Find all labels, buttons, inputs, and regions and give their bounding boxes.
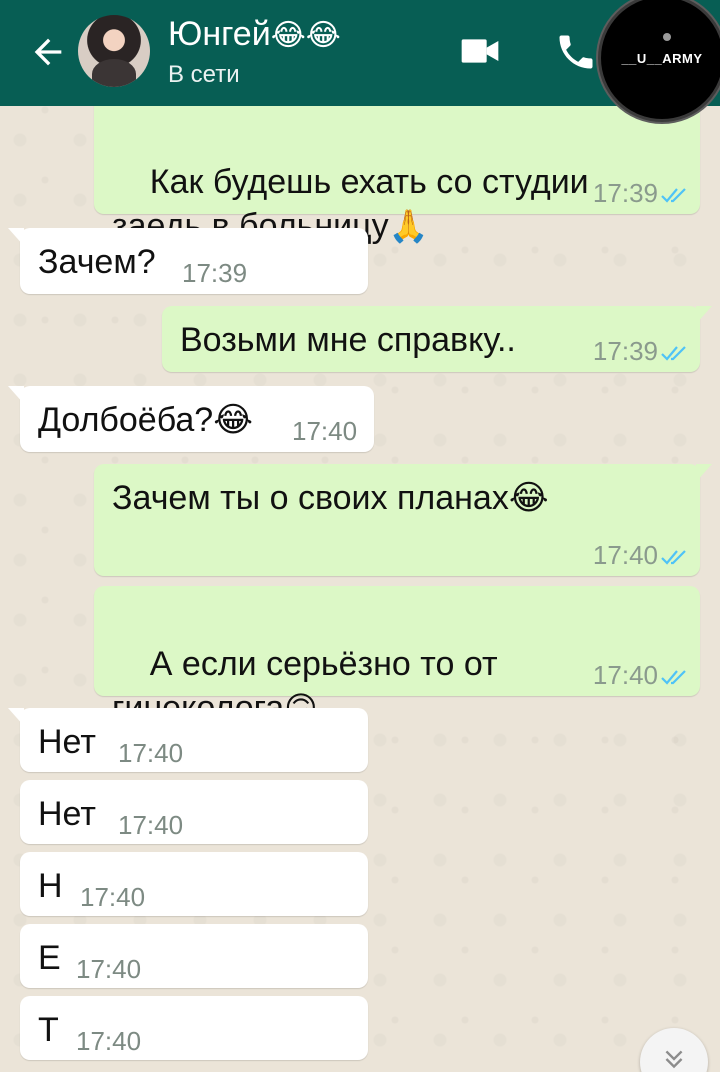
arrow-left-icon [34,38,62,66]
message-time-text: 17:40 [592,540,658,570]
message-time: 17:40 [118,810,184,840]
contact-name-text: Юнгей [168,15,271,53]
message-bubble-incoming[interactable]: Долбоёба?😂 17:40 [8,386,374,452]
message-time: 17:40 [76,954,142,984]
back-button[interactable] [24,28,72,76]
contact-status: В сети [168,61,240,88]
message-bubble-incoming[interactable]: Н 17:40 [20,852,368,916]
contact-name[interactable]: Юнгей😂😂 [168,14,341,56]
double-chevron-down-icon [665,1050,683,1069]
message-text: Т [38,1011,59,1049]
message-time: 17:39 [593,178,688,208]
phone-icon [559,35,593,69]
double-check-icon [661,670,686,685]
message-bubble-incoming[interactable]: Зачем? 17:39 [8,228,368,294]
message-time: 17:40 [76,1026,142,1056]
message-bubble-outgoing[interactable]: Возьми мне справку.. 17:39 [162,306,712,372]
watermark-dot [663,33,671,41]
message-bubble-incoming[interactable]: Нет 17:40 [20,780,368,844]
message-time-text: 17:39 [592,336,658,366]
message-time: 17:39 [182,258,248,288]
message-text-line: Как будешь ехать со студии [149,163,589,201]
double-check-icon [661,550,686,565]
message-bubble-outgoing[interactable]: Как будешь ехать со студии заедь в больни… [94,104,700,245]
video-call-button[interactable] [460,34,500,68]
message-text: Зачем? [38,243,156,281]
folded-hands-emoji: 🙏 [388,208,429,244]
double-check-icon [661,188,686,203]
message-time: 17:39 [593,336,688,366]
contact-avatar[interactable] [78,15,150,87]
watermark-logo: __U__ARMY [598,0,720,122]
message-bubble-outgoing[interactable]: Зачем ты о своих планах😂 17:40 [94,464,712,576]
message-time: 17:40 [593,660,688,690]
message-time: 17:40 [80,882,146,912]
voice-call-button[interactable] [554,30,598,74]
message-text: Н [38,867,63,905]
message-time: 17:40 [118,738,184,768]
message-time: 17:40 [292,416,358,446]
message-text: Нет [38,723,96,761]
message-bubble-outgoing[interactable]: А если серьёзно то отгинеколога🙃 17:40 [94,586,700,727]
message-text-line: А если серьёзно то от [149,645,498,683]
message-text: Зачем ты о своих планах😂 [112,479,549,517]
message-time-text: 17:39 [592,178,658,208]
message-text: Нет [38,795,96,833]
watermark-text: __U__ARMY [621,50,703,66]
message-bubble-incoming[interactable]: Нет 17:40 [8,708,368,772]
message-text: Е [38,939,61,977]
double-check-icon [661,346,686,361]
message-time: 17:40 [593,540,688,570]
message-text: Долбоёба?😂 [38,401,253,439]
contact-name-emoji: 😂😂 [270,19,341,52]
video-camera-icon [461,39,499,63]
message-bubble-incoming[interactable]: Е 17:40 [20,924,368,988]
message-bubble-incoming[interactable]: Т 17:40 [20,996,368,1060]
message-text: Возьми мне справку.. [180,321,516,359]
message-time-text: 17:40 [592,660,658,690]
